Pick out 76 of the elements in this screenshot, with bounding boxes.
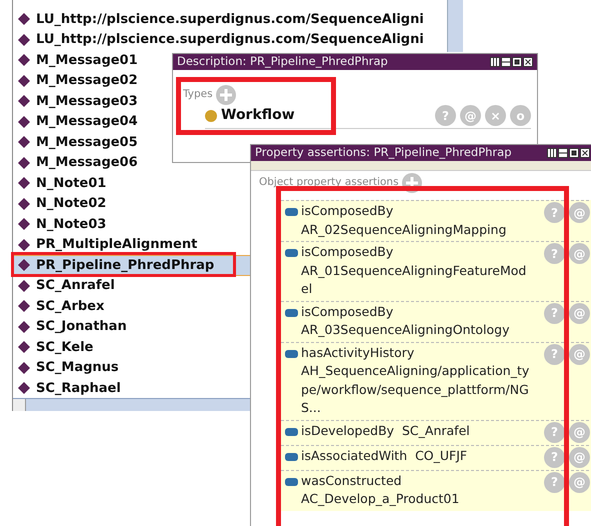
add-icon (216, 85, 236, 105)
diamond-icon (18, 259, 30, 272)
list-item[interactable]: LU_http://plscience.superdignus.com/SequenceAligni (13, 9, 426, 30)
list-item[interactable]: M_Message04 (13, 112, 140, 132)
diamond-icon (18, 136, 30, 148)
list-item[interactable]: N_Note01 (13, 173, 108, 194)
list-item[interactable]: N_Note03 (13, 214, 108, 234)
close-icon (580, 148, 590, 158)
maximize-icon (512, 57, 522, 67)
property-value: AH_SequenceAligning/application_type/workflow/sequence_plattform/NGS... (301, 362, 530, 417)
list-item[interactable]: N_Note02 (13, 194, 108, 214)
diamond-icon (18, 177, 30, 190)
diamond-icon (18, 74, 30, 87)
diamond-icon (18, 116, 30, 128)
list-item[interactable]: M_Message02 (13, 70, 140, 91)
scrollbar[interactable] (13, 398, 251, 411)
diamond-icon (18, 218, 30, 230)
close-icon (523, 57, 533, 67)
split-view-icon (490, 57, 500, 67)
list-item[interactable]: SC_Magnus (13, 358, 121, 378)
add-icon (402, 173, 422, 193)
property-value: SC_Anrafel (402, 422, 470, 440)
diamond-icon (18, 382, 30, 394)
diamond-icon (18, 320, 30, 333)
diamond-icon (18, 54, 30, 66)
diamond-icon (18, 34, 30, 46)
diamond-icon (18, 300, 30, 312)
window-title: Description: PR_Pipeline_PhredPhrap (177, 53, 388, 70)
property-icon (285, 208, 298, 216)
property-value: CO_UFJF (415, 446, 468, 465)
maximize-icon (569, 148, 579, 158)
property-name: hasActivityHistory (301, 344, 414, 360)
list-item[interactable]: M_Message06 (13, 152, 140, 173)
scrollbar[interactable] (447, 0, 463, 52)
property-icon (285, 478, 298, 486)
diamond-icon (18, 362, 30, 374)
list-item[interactable]: SC_Kele (13, 337, 96, 358)
property-value: AR_02SequenceAligningMapping (301, 220, 506, 239)
property-name: isAssociatedWith (301, 448, 408, 462)
list-item[interactable]: SC_Raphael (13, 378, 123, 398)
property-name: wasConstructed (301, 472, 402, 488)
property-icon (285, 249, 298, 257)
list-item[interactable]: M_Message03 (13, 91, 140, 112)
list-item[interactable]: SC_Arbex (13, 296, 106, 316)
minimize-icon (558, 148, 568, 158)
property-value: AC_Develop_a_Product01 (301, 490, 460, 508)
list-item[interactable]: SC_Anrafel (13, 276, 117, 296)
property-name: isComposedBy (301, 203, 394, 218)
type-label: Workflow (221, 106, 295, 125)
diamond-icon (18, 156, 30, 169)
class-icon (205, 110, 217, 122)
property-name: isDevelopedBy (301, 422, 394, 438)
property-icon (285, 428, 298, 436)
diamond-icon (18, 198, 30, 210)
minimize-icon (501, 57, 511, 67)
window-title: Property assertions: PR_Pipeline_PhredPhrap (255, 144, 512, 162)
list-item[interactable]: LU_http://plscience.superdignus.com/SequenceAligni (13, 30, 426, 50)
section-label: Object property assertions (259, 175, 399, 190)
property-icon (285, 350, 298, 358)
property-value: AR_03SequenceAligningOntology (301, 321, 510, 339)
diamond-icon (18, 280, 30, 292)
property-name: isComposedBy (301, 244, 394, 259)
property-icon (285, 452, 298, 460)
diamond-icon (18, 341, 30, 354)
list-item[interactable]: M_Message01 (13, 50, 140, 70)
diamond-icon (18, 238, 30, 251)
property-icon (285, 308, 298, 316)
diamond-icon (18, 95, 30, 108)
list-item[interactable]: M_Message05 (13, 132, 140, 152)
property-name: isComposedBy (301, 304, 394, 318)
list-item[interactable]: PR_MultipleAlignment (13, 234, 200, 255)
diamond-icon (18, 13, 30, 26)
list-item[interactable]: SC_Jonathan (13, 316, 129, 337)
scroll-left-button[interactable] (13, 399, 26, 411)
section-label: Types (183, 87, 213, 102)
split-view-icon (547, 148, 557, 158)
